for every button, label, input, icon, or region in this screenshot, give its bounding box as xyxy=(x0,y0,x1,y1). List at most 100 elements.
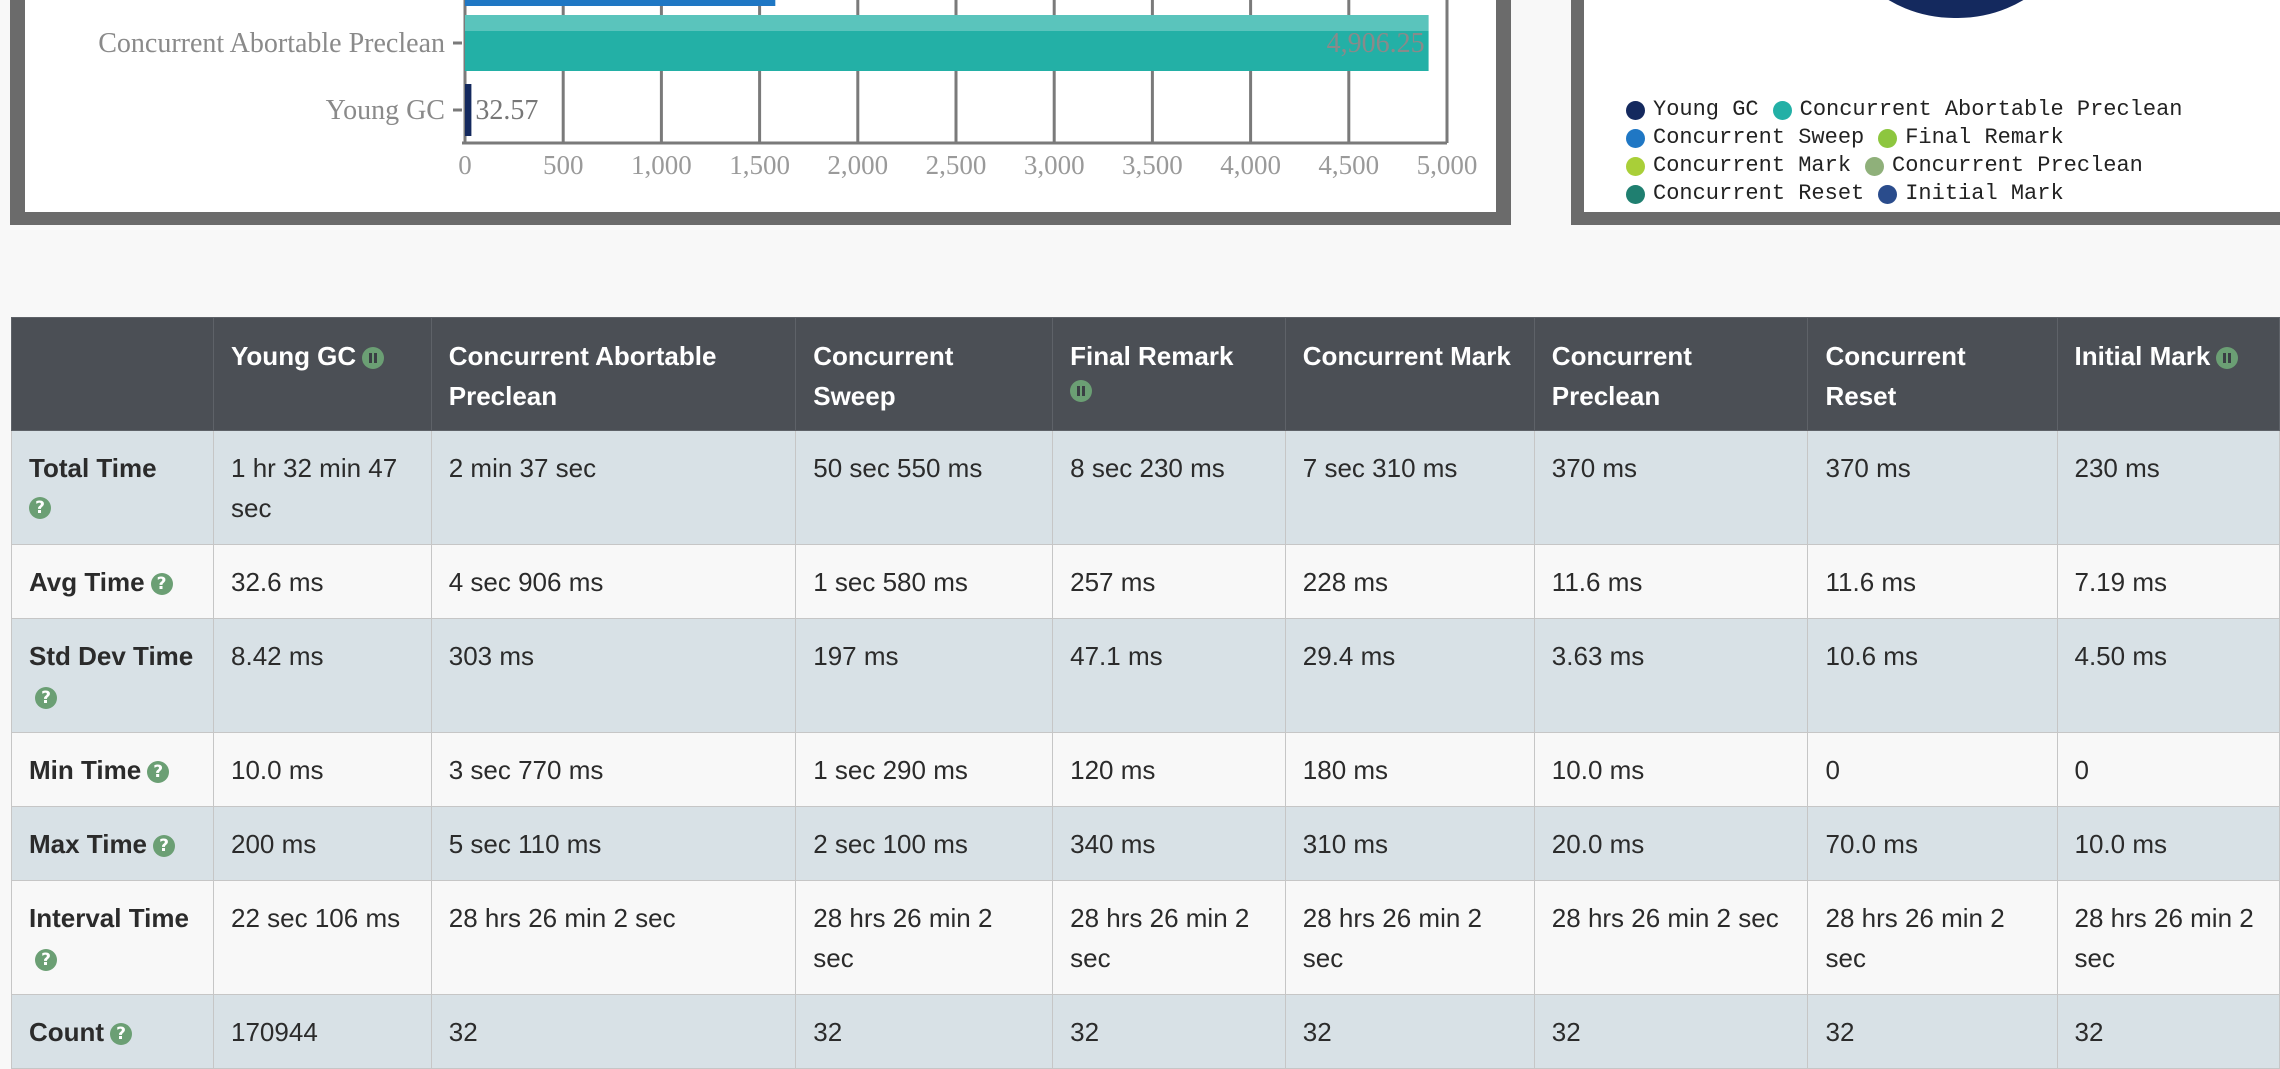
legend-swatch xyxy=(1626,156,1645,176)
help-icon[interactable]: ? xyxy=(35,949,57,972)
help-icon[interactable]: ? xyxy=(29,497,51,519)
pause-icon[interactable] xyxy=(2216,347,2239,370)
pie-chart xyxy=(1826,0,2086,18)
table-header-row: Young GC Concurrent Abortable Preclean Con… xyxy=(10,317,2280,431)
bar xyxy=(465,0,776,6)
pause-icon[interactable] xyxy=(1070,380,1093,402)
legend-label: Concurrent Mark xyxy=(1653,153,1852,178)
legend-item[interactable]: Concurrent Mark xyxy=(1626,152,1851,180)
legend-item[interactable]: Concurrent Reset xyxy=(1626,180,1864,208)
legend-label: Concurrent Abortable Preclean xyxy=(1799,97,2183,122)
table-cell: 32 xyxy=(1284,994,1535,1069)
table-cell: 32 xyxy=(430,994,797,1069)
legend-label: Young GC xyxy=(1653,97,1759,122)
legend-swatch xyxy=(1626,128,1645,148)
legend-row: Concurrent Mark Concurrent Preclean xyxy=(1626,152,2183,180)
pause-icon[interactable] xyxy=(362,347,385,370)
table-cell: 20.0 ms xyxy=(1533,806,1809,881)
legend-swatch xyxy=(1626,100,1645,120)
row-header: Min Time? xyxy=(10,732,215,807)
table-cell: 32 xyxy=(1052,994,1286,1069)
column-header: Concurrent Reset xyxy=(1807,317,2058,431)
row-header-label: Avg Time xyxy=(29,567,145,597)
column-header: Initial Mark xyxy=(2056,317,2280,431)
table-cell: 28 hrs 26 min 2 sec xyxy=(1533,880,1809,995)
table-cell: 32 xyxy=(795,994,1054,1069)
table-cell: 200 ms xyxy=(213,806,432,881)
help-icon[interactable]: ? xyxy=(110,1023,133,1046)
column-header: Concurrent Abortable Preclean xyxy=(430,317,797,431)
table-cell: 8 sec 230 ms xyxy=(1052,430,1286,545)
table-row: Avg Time? 32.6 ms 4 sec 906 ms 1 sec 580 ms… xyxy=(10,544,2280,619)
table-cell: 1 sec 580 ms xyxy=(795,544,1054,619)
table-cell: 257 ms xyxy=(1052,544,1286,619)
column-header-label: Concurrent Abortable Preclean xyxy=(448,341,717,411)
column-header-label: Concurrent Mark xyxy=(1302,341,1511,371)
legend-item[interactable]: Final Remark xyxy=(1878,124,2064,152)
row-header-label: Count xyxy=(29,1017,105,1047)
x-tick-label: 5,000 xyxy=(1417,150,1478,180)
table-cell: 11.6 ms xyxy=(1807,544,2058,619)
y-tick-label: Young GC xyxy=(326,95,445,126)
table-cell: 10.0 ms xyxy=(213,732,432,807)
row-header-label: Max Time xyxy=(29,829,148,859)
x-tick-label: 2,000 xyxy=(827,150,888,180)
column-header-label: Concurrent Preclean xyxy=(1551,341,1692,411)
help-icon[interactable]: ? xyxy=(153,835,176,858)
row-header-label: Std Dev Time xyxy=(29,641,194,671)
y-tick-label: Concurrent Abortable Preclean xyxy=(98,28,445,59)
legend-item[interactable]: Concurrent Abortable Preclean xyxy=(1772,96,2183,124)
help-icon[interactable]: ? xyxy=(35,687,57,710)
legend-item[interactable]: Concurrent Sweep xyxy=(1626,124,1864,152)
legend-item[interactable]: Concurrent Preclean xyxy=(1865,152,2143,180)
table-cell: 47.1 ms xyxy=(1052,618,1286,733)
table-cell: 10.0 ms xyxy=(2056,806,2280,881)
column-header: Concurrent Preclean xyxy=(1533,317,1809,431)
bar xyxy=(465,84,472,136)
x-tick-label: 1,500 xyxy=(729,150,790,180)
x-tick-label: 3,500 xyxy=(1122,150,1183,180)
table-cell: 32 xyxy=(1807,994,2058,1069)
legend-label: Concurrent Reset xyxy=(1653,181,1865,206)
column-header: Final Remark xyxy=(1052,317,1286,431)
help-icon[interactable]: ? xyxy=(147,761,170,784)
row-header: Interval Time? xyxy=(10,880,215,995)
column-header-label: Final Remark xyxy=(1070,341,1234,371)
legend-swatch xyxy=(1772,100,1792,120)
legend-swatch xyxy=(1626,184,1645,204)
bar-chart-panel: 0 500 1,000 1,500 2,000 2,500 3,000 3,500 4,000 4… xyxy=(10,0,1511,225)
table-cell: 29.4 ms xyxy=(1284,618,1535,733)
table-row: Max Time? 200 ms 5 sec 110 ms 2 sec 100 ms 3… xyxy=(10,806,2280,881)
table-row: Count? 170944 32 32 32 32 32 32 32 xyxy=(10,994,2280,1069)
legend-row: Concurrent Reset Initial Mark xyxy=(1626,180,2183,208)
table-cell: 8.42 ms xyxy=(213,618,432,733)
column-header-label: Concurrent Reset xyxy=(1825,341,1966,411)
legend-label: Final Remark xyxy=(1905,125,2064,150)
x-tick-label: 1,000 xyxy=(631,150,692,180)
table-cell: 370 ms xyxy=(1807,430,2058,545)
header-corner xyxy=(10,317,215,431)
pie-legend: Young GC Concurrent Abortable Preclean Con… xyxy=(1626,96,2183,208)
table-cell: 303 ms xyxy=(430,618,797,733)
table-cell: 310 ms xyxy=(1284,806,1535,881)
table-row: Interval Time? 22 sec 106 ms 28 hrs 26 min… xyxy=(10,880,2280,995)
bar-chart: 0 500 1,000 1,500 2,000 2,500 3,000 3,500 4,000 4… xyxy=(98,0,1478,180)
table-row: Min Time? 10.0 ms 3 sec 770 ms 1 sec 290 ms… xyxy=(10,732,2280,807)
table-cell: 7 sec 310 ms xyxy=(1284,430,1535,545)
table-row: Total Time? 1 hr 32 min 47 sec 2 min 37 se… xyxy=(10,430,2280,545)
table-cell: 3.63 ms xyxy=(1533,618,1809,733)
row-header: Total Time? xyxy=(10,430,215,545)
x-tick-label: 4,500 xyxy=(1318,150,1379,180)
table-cell: 22 sec 106 ms xyxy=(213,880,432,995)
table-cell: 70.0 ms xyxy=(1807,806,2058,881)
table-cell: 10.0 ms xyxy=(1533,732,1809,807)
table-cell: 2 min 37 sec xyxy=(430,430,797,545)
table-cell: 28 hrs 26 min 2 sec xyxy=(430,880,797,995)
legend-item[interactable]: Initial Mark xyxy=(1878,180,2064,208)
legend-item[interactable]: Young GC xyxy=(1626,96,1759,124)
bar-highlight xyxy=(465,15,1429,31)
help-icon[interactable]: ? xyxy=(150,573,173,596)
table-cell: 0 xyxy=(2056,732,2280,807)
row-header: Max Time? xyxy=(10,806,215,881)
table-cell: 340 ms xyxy=(1052,806,1286,881)
